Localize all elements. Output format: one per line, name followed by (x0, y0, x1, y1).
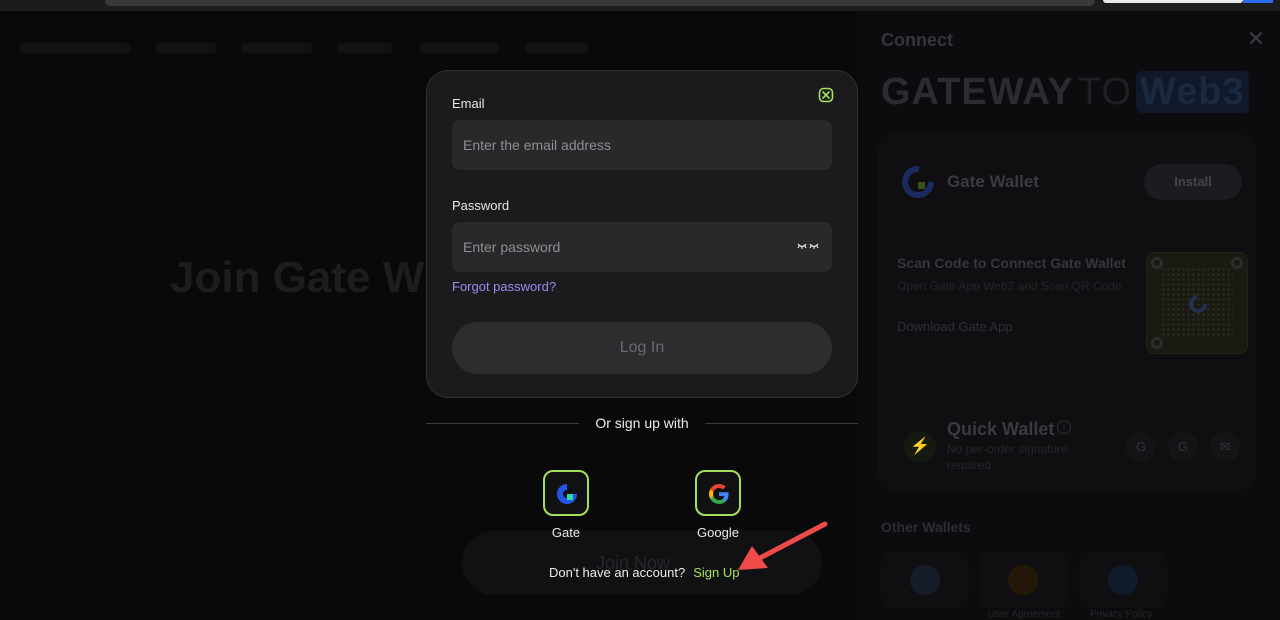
qr-corner (1151, 257, 1163, 269)
nav-placeholder (156, 43, 216, 53)
nav-placeholder (242, 43, 312, 53)
signup-prompt: Don't have an account? (549, 565, 686, 580)
qr-corner (1151, 337, 1163, 349)
gate-signin-label: Gate (551, 525, 581, 540)
password-field[interactable] (452, 222, 832, 272)
info-icon[interactable]: i (1057, 420, 1071, 434)
gate-logo-icon (557, 484, 577, 504)
walletconnect-icon (1108, 565, 1138, 595)
connect-drawer: Connect ✕ GATEWAY TO Web3 Gate Wallet Inst… (856, 11, 1280, 620)
password-label: Password (452, 198, 510, 213)
user-agreement-link[interactable]: User Agreement (988, 609, 1060, 620)
install-button[interactable]: Install (1144, 164, 1242, 200)
banner-word-web3: Web3 (1135, 71, 1249, 113)
background-nav (20, 43, 840, 59)
nav-placeholder (20, 43, 130, 53)
drawer-title: Connect (881, 30, 953, 50)
close-icon[interactable] (818, 87, 834, 103)
banner-word-gateway: GATEWAY (881, 71, 1074, 113)
drawer-close-icon[interactable]: ✕ (1244, 27, 1268, 51)
eye-closed-icon[interactable] (796, 240, 820, 254)
email-label: Email (452, 96, 485, 111)
qr-corner (1231, 257, 1243, 269)
qr-code (1146, 252, 1248, 354)
quick-google-icon[interactable]: G (1126, 432, 1156, 462)
google-logo-icon (708, 484, 729, 505)
quick-gate-icon[interactable]: G (1168, 432, 1198, 462)
password-field-container (452, 222, 832, 272)
nav-placeholder (338, 43, 393, 53)
other-wallet-tile[interactable] (1079, 552, 1167, 608)
page: Join Gate W Join Now Connect ✕ GATEWAY TO… (0, 0, 1280, 620)
download-gate-app-link[interactable]: Download Gate App (897, 319, 1013, 334)
email-field-container (452, 120, 832, 170)
browser-address-bar[interactable] (105, 0, 1095, 6)
phantom-icon (910, 565, 940, 595)
other-wallet-tile[interactable] (979, 552, 1067, 608)
quick-wallet-title: Quick Wallet (947, 419, 1055, 439)
google-signin-button[interactable] (695, 470, 741, 516)
or-sign-up-with-text: Or sign up with (595, 415, 689, 431)
browser-accent-button[interactable] (1243, 0, 1273, 3)
gate-signin-option[interactable]: Gate (526, 470, 606, 540)
wallet-options-card: Gate Wallet Install Scan Code to Connect… (878, 134, 1256, 490)
login-button[interactable]: Log In (452, 322, 832, 374)
nav-placeholder (419, 43, 499, 53)
browser-button[interactable] (1103, 0, 1243, 3)
nav-placeholder (525, 43, 589, 53)
banner-word-to: TO (1077, 71, 1132, 113)
forgot-password-link[interactable]: Forgot password? (452, 279, 556, 294)
card-separator (878, 379, 1256, 380)
quick-wallet-subtitle: No per-order signature required (947, 442, 1068, 472)
email-field[interactable] (452, 120, 832, 170)
quick-email-icon[interactable]: ✉ (1210, 432, 1240, 462)
gateway-banner: GATEWAY TO Web3 (881, 71, 1249, 114)
signup-row: Don't have an account? Sign Up (549, 565, 739, 580)
gate-wallet-icon (902, 166, 934, 198)
metamask-icon (1008, 565, 1038, 595)
login-modal: Email Password Forgot password? Log In (426, 70, 858, 398)
other-wallet-tile[interactable] (881, 552, 969, 608)
gate-signin-button[interactable] (543, 470, 589, 516)
background-hero-text: Join Gate W (170, 253, 425, 302)
qr-gate-logo-icon (1189, 295, 1207, 313)
other-wallets-title: Other Wallets (881, 519, 971, 535)
privacy-policy-link[interactable]: Privacy Policy (1090, 609, 1152, 620)
gate-wallet-label: Gate Wallet (947, 172, 1039, 191)
lightning-icon: ⚡ (904, 431, 936, 463)
annotation-arrow-icon (738, 521, 828, 570)
scan-code-subtitle: Open Gate App Web3 and Scan QR Code (897, 279, 1122, 293)
scan-code-title: Scan Code to Connect Gate Wallet (897, 255, 1126, 271)
browser-top-strip (0, 0, 1280, 11)
